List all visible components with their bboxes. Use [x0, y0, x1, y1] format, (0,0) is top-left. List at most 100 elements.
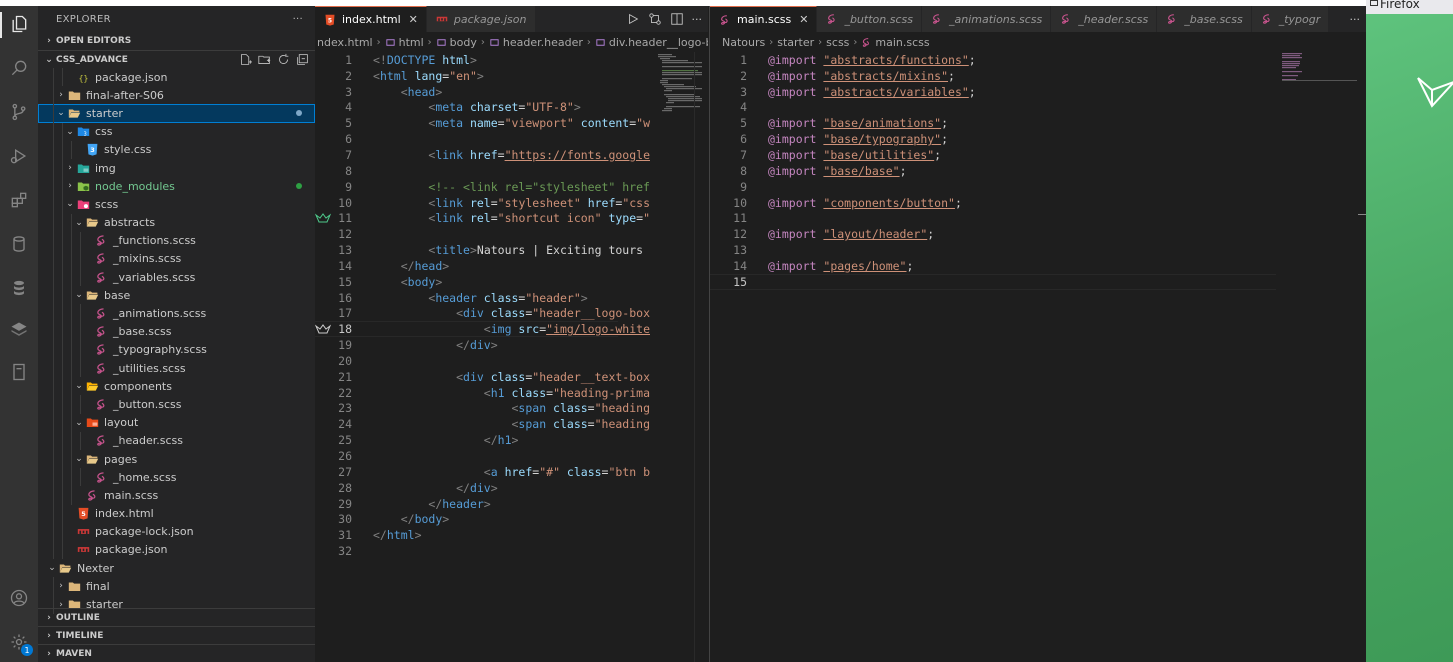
database-icon[interactable]: [7, 232, 31, 256]
code-token: ;: [941, 116, 949, 131]
tree-item[interactable]: › img: [38, 158, 315, 178]
explorer-icon[interactable]: [7, 12, 31, 36]
breadcrumb-label: header.header: [502, 35, 583, 49]
tree-item[interactable]: _home.scss: [38, 468, 315, 487]
tree-item[interactable]: 5 index.html: [38, 504, 315, 523]
settings-gear-icon[interactable]: 1: [7, 630, 33, 656]
editor-tab[interactable]: package.json: [426, 6, 536, 32]
breadcrumb-item[interactable]: main.scss: [861, 36, 930, 49]
tree-item[interactable]: _mixins.scss: [38, 249, 315, 269]
indent-guide: [71, 286, 72, 305]
breadcrumb-item[interactable]: div.header__logo-box: [595, 36, 708, 49]
open-editors-section[interactable]: › OPEN EDITORS: [38, 32, 315, 50]
emmet-crown-icon[interactable]: [315, 323, 332, 335]
firefox-titlebar[interactable]: Firefox: [1366, 0, 1453, 14]
editor-tab[interactable]: 5 index.html ✕: [315, 6, 427, 32]
tree-item[interactable]: › final-after-S06: [38, 86, 315, 105]
line-text: @import "base/base";: [747, 164, 907, 178]
code-editor[interactable]: 1 @import "abstracts/functions"; 2 @import …: [710, 52, 1366, 662]
refresh-icon[interactable]: [277, 53, 290, 66]
line-number: 21: [338, 369, 352, 384]
chevron-right-icon: ›: [59, 581, 63, 592]
indent-guide: [80, 249, 81, 269]
code-editor[interactable]: 1 <!DOCTYPE html> 2 <html lang="en"> 3 <head…: [315, 52, 708, 662]
timeline-section[interactable]: › TIMELINE: [38, 626, 315, 644]
source-control-icon[interactable]: [7, 100, 31, 124]
tree-item[interactable]: ⌄ scss: [38, 195, 315, 214]
tree-item[interactable]: _header.scss: [38, 431, 315, 450]
maven-section[interactable]: › MAVEN: [38, 644, 315, 662]
new-folder-icon[interactable]: [258, 53, 271, 66]
code-line: 30 </body>: [315, 511, 708, 527]
tree-item[interactable]: ⌄ starter: [38, 104, 315, 123]
indent-guide: [62, 486, 63, 505]
line-number: 8: [740, 163, 747, 178]
notebook-icon[interactable]: [7, 360, 31, 384]
breadcrumb-item[interactable]: ndex.html: [317, 36, 373, 49]
tree-item[interactable]: ⌄ layout: [38, 413, 315, 432]
sass-icon: [1260, 12, 1274, 26]
tree-item[interactable]: _button.scss: [38, 395, 315, 414]
tree-item[interactable]: _variables.scss: [38, 268, 315, 287]
tree-item[interactable]: ⌄ 3 css: [38, 122, 315, 141]
tree-item[interactable]: _typography.scss: [38, 340, 315, 359]
extensions-icon[interactable]: [7, 188, 31, 212]
emmet-crown-icon[interactable]: [315, 212, 332, 224]
minimap-slider[interactable]: [1282, 80, 1357, 81]
new-file-icon[interactable]: [239, 53, 252, 66]
line-text: <h1 class="heading-prima: [352, 386, 650, 400]
code-token: "heading: [594, 417, 650, 432]
tree-item[interactable]: _base.scss: [38, 322, 315, 341]
breadcrumb-item[interactable]: starter: [777, 36, 814, 49]
close-icon[interactable]: ✕: [799, 13, 808, 26]
tree-item[interactable]: › final: [38, 577, 315, 596]
editor-tab[interactable]: _base.scss: [1157, 6, 1252, 32]
split-editor-icon[interactable]: [670, 12, 684, 26]
code-token: @import: [768, 227, 824, 242]
more-actions-icon[interactable]: ···: [1350, 13, 1361, 26]
editor-tab[interactable]: _animations.scss: [921, 6, 1052, 32]
run-debug-icon[interactable]: [7, 144, 31, 168]
tree-item[interactable]: _animations.scss: [38, 304, 315, 323]
tree-item[interactable]: package.json: [38, 540, 315, 560]
workspace-section[interactable]: ⌄ CSS_ADVANCE: [38, 50, 315, 68]
editor-tab[interactable]: _typogr: [1251, 6, 1330, 32]
breadcrumb-item[interactable]: header.header: [489, 36, 583, 49]
tree-item[interactable]: ⌄ abstracts: [38, 213, 315, 232]
tree-item[interactable]: _functions.scss: [38, 231, 315, 250]
editor-tab[interactable]: main.scss ✕: [710, 6, 818, 32]
breadcrumb-item[interactable]: Natours: [722, 36, 765, 49]
activity-bar: 1: [0, 6, 38, 662]
close-icon[interactable]: ✕: [409, 13, 418, 26]
tree-item[interactable]: 3 style.css: [38, 140, 315, 159]
layers-icon[interactable]: [7, 318, 31, 342]
html-icon: 5: [323, 13, 337, 27]
breadcrumb-item[interactable]: scss: [826, 36, 849, 49]
more-actions-icon[interactable]: ···: [692, 13, 703, 26]
explorer-more-button[interactable]: ···: [293, 14, 303, 25]
breadcrumb-item[interactable]: html: [385, 36, 424, 49]
line-text: @import "abstracts/mixins";: [747, 69, 955, 83]
tree-item[interactable]: _utilities.scss: [38, 359, 315, 378]
tree-item[interactable]: ⌄ base: [38, 286, 315, 305]
breadcrumb-item[interactable]: body: [436, 36, 477, 49]
tree-item[interactable]: ⌄ pages: [38, 449, 315, 469]
data-stack-icon[interactable]: [7, 276, 31, 300]
run-icon[interactable]: [626, 12, 640, 26]
outline-section[interactable]: › OUTLINE: [38, 608, 315, 626]
compare-icon[interactable]: [648, 12, 662, 26]
search-icon[interactable]: [7, 56, 31, 80]
collapse-all-icon[interactable]: [296, 53, 309, 66]
editor-tab[interactable]: _header.scss: [1051, 6, 1158, 32]
tree-item[interactable]: › node_modules: [38, 177, 315, 196]
editor-tab[interactable]: _button.scss: [817, 6, 922, 32]
tree-item[interactable]: package-lock.json: [38, 522, 315, 541]
tree-item[interactable]: ⌄ Nexter: [38, 559, 315, 577]
scrollbar[interactable]: [694, 52, 708, 662]
tree-item[interactable]: main.scss: [38, 486, 315, 505]
accounts-icon[interactable]: [7, 586, 31, 610]
tree-item[interactable]: {} package.json: [38, 68, 315, 87]
tree-item[interactable]: ⌄ components: [38, 377, 315, 396]
